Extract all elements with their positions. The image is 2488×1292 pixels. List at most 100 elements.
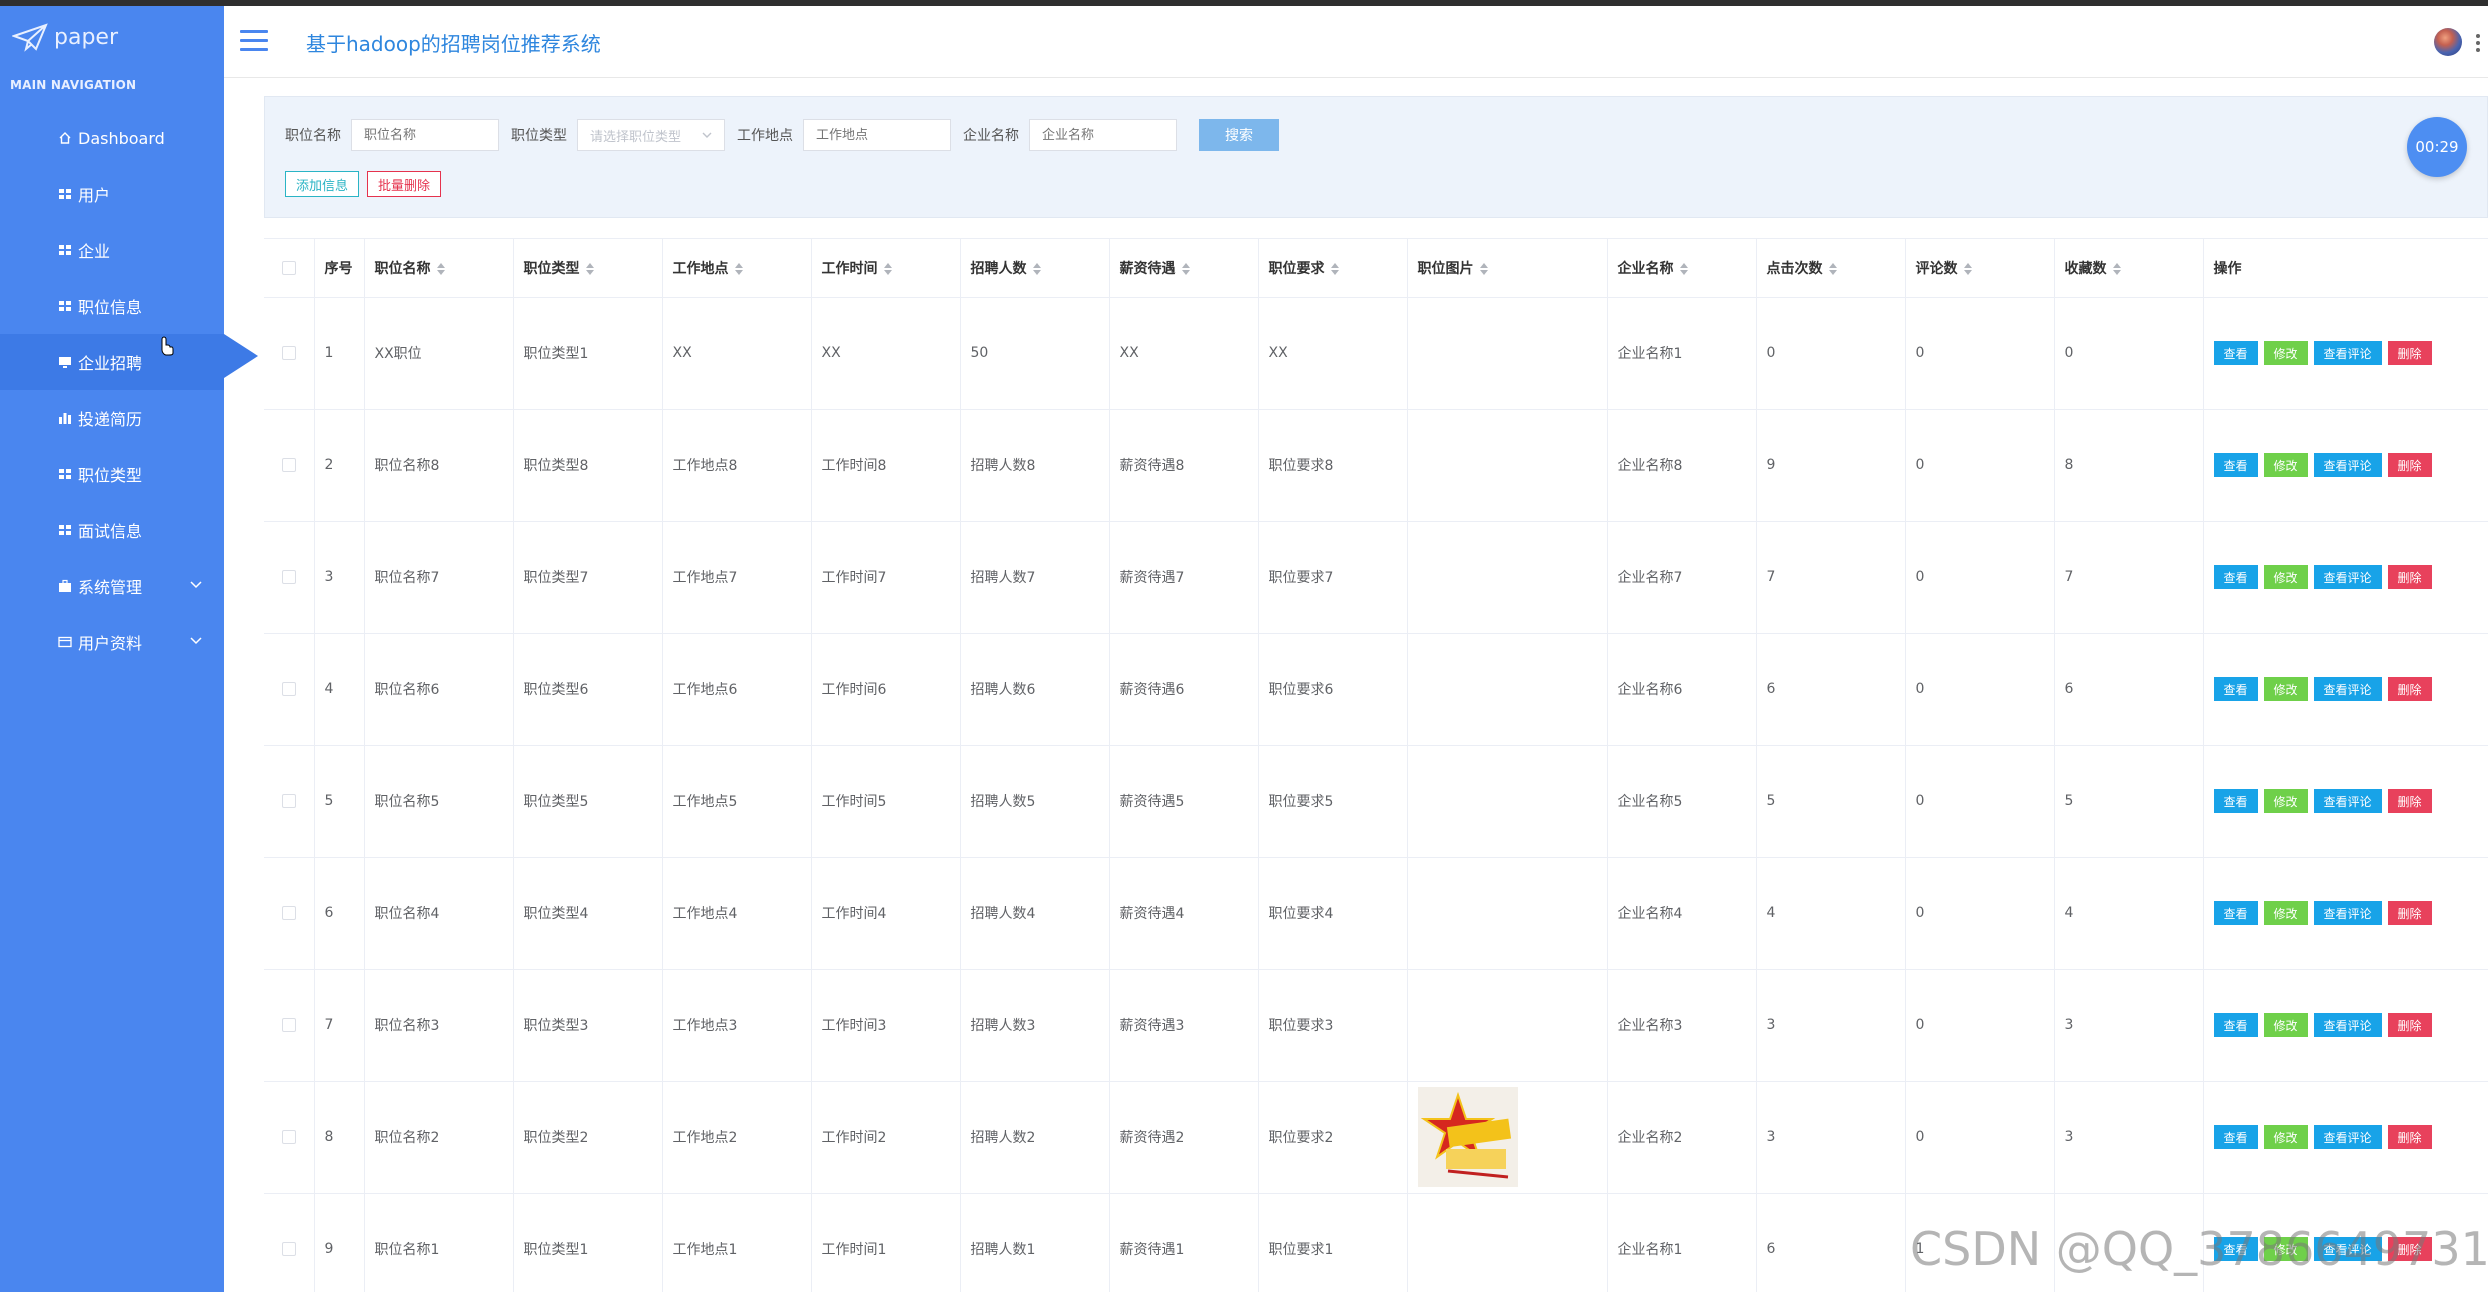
select-all-checkbox[interactable] xyxy=(281,260,296,275)
cell-time: 工作时间8 xyxy=(811,409,961,522)
row-checkbox[interactable] xyxy=(281,1018,296,1032)
column-header[interactable]: 工作时间 xyxy=(811,239,961,298)
delete-button[interactable]: 删除 xyxy=(2387,565,2432,589)
user-avatar[interactable] xyxy=(2434,28,2462,56)
column-header[interactable]: 职位类型 xyxy=(513,239,663,298)
company-input[interactable] xyxy=(1029,119,1177,151)
sidebar-item-8[interactable]: 系统管理 xyxy=(0,558,224,614)
menu-toggle-icon[interactable] xyxy=(240,30,268,52)
row-select-cell xyxy=(264,969,315,1082)
search-button[interactable]: 搜索 xyxy=(1199,119,1279,151)
sidebar-item-9[interactable]: 用户资料 xyxy=(0,614,224,670)
system-title: 基于hadoop的招聘岗位推荐系统 xyxy=(306,32,601,56)
sort-icon[interactable] xyxy=(1330,262,1339,275)
view-button[interactable]: 查看 xyxy=(2213,677,2258,701)
cell-clicks: 3 xyxy=(1756,1081,1906,1194)
view-comments-button[interactable]: 查看评论 xyxy=(2313,677,2382,701)
column-header[interactable]: 职位名称 xyxy=(364,239,514,298)
job-name-input[interactable] xyxy=(351,119,499,151)
delete-button[interactable]: 删除 xyxy=(2387,901,2432,925)
sidebar-item-4[interactable]: 企业招聘 xyxy=(0,334,258,390)
sort-icon[interactable] xyxy=(734,262,743,275)
column-header[interactable]: 工作地点 xyxy=(662,239,812,298)
edit-button[interactable]: 修改 xyxy=(2263,1125,2308,1149)
view-button[interactable]: 查看 xyxy=(2213,901,2258,925)
sidebar: paper MAIN NAVIGATION Dashboard 用户 企业 职位信息企… xyxy=(0,6,258,1292)
delete-button[interactable]: 删除 xyxy=(2387,341,2432,365)
row-checkbox[interactable] xyxy=(281,1130,296,1144)
view-comments-button[interactable]: 查看评论 xyxy=(2313,565,2382,589)
row-checkbox[interactable] xyxy=(281,906,296,920)
add-info-button[interactable]: 添加信息 xyxy=(285,171,360,197)
sidebar-item-2[interactable]: 企业 xyxy=(0,222,224,278)
more-options-icon[interactable] xyxy=(2476,34,2482,52)
sort-icon[interactable] xyxy=(1679,262,1688,275)
sort-icon[interactable] xyxy=(1828,262,1837,275)
view-comments-button[interactable]: 查看评论 xyxy=(2313,1125,2382,1149)
sort-icon[interactable] xyxy=(1181,262,1190,275)
cell-salary: 薪资待遇3 xyxy=(1109,969,1259,1082)
view-button[interactable]: 查看 xyxy=(2213,453,2258,477)
location-input[interactable] xyxy=(803,119,951,151)
view-comments-button[interactable]: 查看评论 xyxy=(2313,453,2382,477)
sidebar-item-0[interactable]: Dashboard xyxy=(0,110,224,166)
sidebar-item-6[interactable]: 职位类型 xyxy=(0,446,224,502)
row-checkbox[interactable] xyxy=(281,346,296,360)
row-checkbox[interactable] xyxy=(281,458,296,472)
edit-button[interactable]: 修改 xyxy=(2263,341,2308,365)
view-button[interactable]: 查看 xyxy=(2213,341,2258,365)
column-header[interactable]: 职位图片 xyxy=(1407,239,1608,298)
brand-logo[interactable]: paper xyxy=(12,22,118,52)
edit-button[interactable]: 修改 xyxy=(2263,453,2308,477)
delete-button[interactable]: 删除 xyxy=(2387,789,2432,813)
edit-button[interactable]: 修改 xyxy=(2263,565,2308,589)
sidebar-item-3[interactable]: 职位信息 xyxy=(0,278,224,334)
job-type-select[interactable]: 请选择职位类型 xyxy=(577,119,725,151)
cell-no: 6 xyxy=(314,857,365,970)
view-comments-button[interactable]: 查看评论 xyxy=(2313,789,2382,813)
cell-clicks: 6 xyxy=(1756,1193,1906,1292)
view-button[interactable]: 查看 xyxy=(2213,1013,2258,1037)
delete-button[interactable]: 删除 xyxy=(2387,677,2432,701)
column-header[interactable]: 企业名称 xyxy=(1607,239,1757,298)
sort-icon[interactable] xyxy=(1479,262,1488,275)
row-checkbox[interactable] xyxy=(281,794,296,808)
edit-button[interactable]: 修改 xyxy=(2263,789,2308,813)
cell-favs: 4 xyxy=(2054,857,2204,970)
view-comments-button[interactable]: 查看评论 xyxy=(2313,1013,2382,1037)
sidebar-item-5[interactable]: 投递简历 xyxy=(0,390,224,446)
sort-icon[interactable] xyxy=(1963,262,1972,275)
view-comments-button[interactable]: 查看评论 xyxy=(2313,901,2382,925)
sort-icon[interactable] xyxy=(1032,262,1041,275)
delete-button[interactable]: 删除 xyxy=(2387,453,2432,477)
column-header[interactable]: 点击次数 xyxy=(1756,239,1906,298)
sidebar-item-label: Dashboard xyxy=(78,128,165,148)
delete-button[interactable]: 删除 xyxy=(2387,1125,2432,1149)
edit-button[interactable]: 修改 xyxy=(2263,677,2308,701)
cell-type: 职位类型2 xyxy=(513,1081,663,1194)
edit-button[interactable]: 修改 xyxy=(2263,1013,2308,1037)
column-header[interactable]: 收藏数 xyxy=(2054,239,2204,298)
sort-icon[interactable] xyxy=(2112,262,2121,275)
column-header[interactable]: 职位要求 xyxy=(1258,239,1408,298)
view-button[interactable]: 查看 xyxy=(2213,565,2258,589)
row-checkbox[interactable] xyxy=(281,1242,296,1256)
delete-button[interactable]: 删除 xyxy=(2387,1013,2432,1037)
sidebar-item-1[interactable]: 用户 xyxy=(0,166,224,222)
sort-icon[interactable] xyxy=(883,262,892,275)
view-comments-button[interactable]: 查看评论 xyxy=(2313,341,2382,365)
column-header[interactable]: 招聘人数 xyxy=(960,239,1110,298)
table-header-row: 序号 职位名称 职位类型 工作地点 工作时间 招聘人数 薪资待遇 职位要求 职位图片 企业名称 点击… xyxy=(264,239,2488,298)
row-checkbox[interactable] xyxy=(281,570,296,584)
row-checkbox[interactable] xyxy=(281,682,296,696)
view-button[interactable]: 查看 xyxy=(2213,789,2258,813)
sort-icon[interactable] xyxy=(585,262,594,275)
view-button[interactable]: 查看 xyxy=(2213,1125,2258,1149)
batch-delete-button[interactable]: 批量删除 xyxy=(367,171,442,197)
column-header[interactable]: 薪资待遇 xyxy=(1109,239,1259,298)
table-row: 2 职位名称8 职位类型8 工作地点8 工作时间8 招聘人数8 薪资待遇8 职位要求8 企业名称… xyxy=(264,409,2488,522)
edit-button[interactable]: 修改 xyxy=(2263,901,2308,925)
sort-icon[interactable] xyxy=(436,262,445,275)
sidebar-item-7[interactable]: 面试信息 xyxy=(0,502,224,558)
column-header[interactable]: 评论数 xyxy=(1905,239,2055,298)
